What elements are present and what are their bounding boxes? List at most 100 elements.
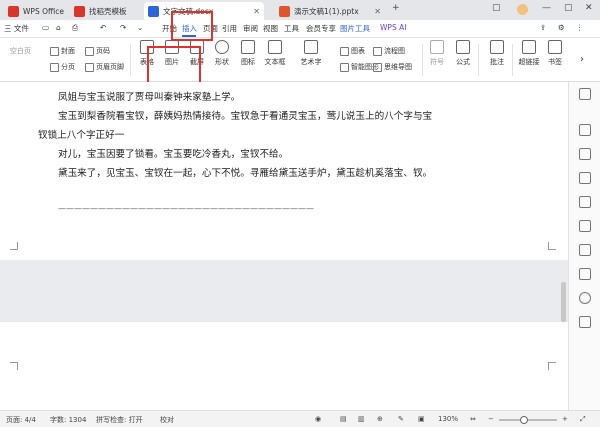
flowchart-button[interactable]: 流程图 xyxy=(373,46,405,56)
more-icon[interactable] xyxy=(579,316,591,328)
document-page-next[interactable] xyxy=(0,322,568,410)
edit-icon[interactable] xyxy=(579,172,591,184)
eye-icon[interactable]: ◉ xyxy=(315,415,321,423)
document-area: 凤姐与宝玉说服了贾母叫秦钟来家塾上学。 宝玉到梨香院看宝钗，薛姨妈热情接待。宝钗… xyxy=(0,82,568,410)
paragraph-3: 对儿，宝玉因要了锁看。宝玉要吃冷香丸，宝钗不给。 xyxy=(58,149,289,160)
fullscreen-icon[interactable]: ⤢ xyxy=(580,415,586,424)
wps-ai-button[interactable]: WPS AI xyxy=(380,23,406,32)
menu-bar: 三 文件 ▭ ⌂ ⎙ ↶ ↷ ⌄ 开始 插入 页面 引用 审阅 视图 工具 会员… xyxy=(0,20,600,38)
art-text-icon xyxy=(304,40,318,54)
mindmap-button[interactable]: 思维导图 xyxy=(373,62,412,72)
shape-button[interactable]: 形状 xyxy=(209,40,235,67)
page-corner-mark xyxy=(10,242,18,250)
image-icon[interactable] xyxy=(579,244,591,256)
save-icon[interactable]: ▭ xyxy=(42,23,49,32)
gear-icon[interactable]: ⚙ xyxy=(558,23,565,32)
more-options-icon[interactable]: ⋮ xyxy=(576,23,584,32)
header-footer-icon xyxy=(85,62,94,72)
more-icon[interactable]: ⌄ xyxy=(137,23,143,32)
file-menu[interactable]: 三 文件 xyxy=(4,23,29,34)
menu-picture-tools[interactable]: 图片工具 xyxy=(340,23,370,34)
page-number-button[interactable]: 页码 xyxy=(85,46,110,56)
star-icon[interactable] xyxy=(579,268,591,280)
blank-page-btn[interactable]: 空白页 xyxy=(10,46,31,56)
zoom-slider-handle[interactable] xyxy=(520,416,528,424)
highlight-image-button xyxy=(147,46,201,84)
zoom-in-icon[interactable]: + xyxy=(562,415,568,423)
help-icon[interactable] xyxy=(579,292,591,304)
hyperlink-button[interactable]: 超链接 xyxy=(516,40,542,67)
web-view-icon[interactable]: ⊕ xyxy=(377,415,383,423)
insert-ribbon: 空白页 封面 页码 分页 页眉页脚 表格 图片 截屏 形状 图标 文本框 艺术字… xyxy=(0,38,600,82)
shape-icon xyxy=(215,40,229,54)
edit-view-icon[interactable]: ✎ xyxy=(398,415,404,423)
shapes-icon[interactable] xyxy=(579,220,591,232)
share-icon[interactable]: ⇪ xyxy=(540,23,546,32)
mindmap-icon xyxy=(373,62,382,72)
focus-icon[interactable]: ▣ xyxy=(418,415,425,423)
minimize-icon[interactable]: — xyxy=(542,3,551,13)
highlight-insert-tab xyxy=(171,11,213,41)
comment-button[interactable]: 批注 xyxy=(484,40,510,67)
scrollbar[interactable] xyxy=(561,282,566,322)
page-corner-mark xyxy=(548,362,556,370)
document-page[interactable]: 凤姐与宝玉说服了贾母叫秦钟来家塾上学。 宝玉到梨香院看宝钗，薛姨妈热情接待。宝钗… xyxy=(0,82,568,260)
close-icon[interactable]: ✕ xyxy=(374,7,381,16)
bookmark-icon xyxy=(548,40,562,54)
bookmark-button[interactable]: 书签 xyxy=(542,40,568,67)
menu-member[interactable]: 会员专享 xyxy=(306,23,336,34)
proofread-button[interactable]: 校对 xyxy=(160,415,174,425)
print-icon[interactable]: ⎙ xyxy=(72,23,78,33)
icon-button[interactable]: 图标 xyxy=(235,40,261,67)
right-sidebar xyxy=(568,82,600,410)
divider xyxy=(422,44,423,76)
page-indicator[interactable]: 页面: 4/4 xyxy=(6,415,36,425)
menu-tools[interactable]: 工具 xyxy=(284,23,299,34)
zoom-level[interactable]: 130% xyxy=(438,415,458,423)
read-view-icon[interactable]: ▥ xyxy=(358,415,365,423)
close-window-icon[interactable]: ✕ xyxy=(585,3,593,13)
redo-icon[interactable]: ↷ xyxy=(120,23,126,32)
avatar[interactable] xyxy=(517,4,528,15)
writer-doc-icon xyxy=(148,5,159,17)
undo-icon[interactable]: ↶ xyxy=(100,23,106,32)
folder-icon[interactable]: ⌂ xyxy=(56,23,61,32)
symbol-button[interactable]: 符号 xyxy=(424,40,450,67)
menu-review[interactable]: 审阅 xyxy=(243,23,258,34)
section-break-button[interactable]: 分页 xyxy=(50,62,75,72)
presentation-icon xyxy=(279,5,290,17)
sidebar-collapse-icon[interactable] xyxy=(579,88,591,100)
status-bar: 页面: 4/4 字数: 1304 拼写检查: 打开 校对 ◉ ▤ ▥ ⊕ ✎ ▣… xyxy=(0,410,600,427)
zoom-slider[interactable] xyxy=(499,419,557,421)
select-icon[interactable] xyxy=(579,124,591,136)
divider xyxy=(130,44,131,76)
layout-icon[interactable] xyxy=(579,196,591,208)
menu-reference[interactable]: 引用 xyxy=(222,23,237,34)
tab-wps-office[interactable]: WPS Office xyxy=(4,2,66,20)
ribbon-scroll-right-icon[interactable]: › xyxy=(580,54,584,65)
close-icon[interactable]: ✕ xyxy=(253,7,260,16)
page-number-icon xyxy=(85,46,94,56)
adjust-icon[interactable] xyxy=(579,148,591,160)
layout-icon[interactable]: ▢ xyxy=(492,3,501,13)
title-bar: WPS Office 找稻壳模板 文字文稿.docx ✕ 演示文稿1(1).pp… xyxy=(0,0,600,20)
word-count[interactable]: 字数: 1304 xyxy=(50,415,86,425)
new-tab-icon[interactable]: + xyxy=(392,3,400,13)
chart-button[interactable]: 图表 xyxy=(340,46,365,56)
cover-icon xyxy=(50,46,59,56)
menu-view[interactable]: 视图 xyxy=(263,23,278,34)
zoom-out-icon[interactable]: − xyxy=(488,415,494,423)
textbox-button[interactable]: 文本框 xyxy=(262,40,288,67)
page-view-icon[interactable]: ▤ xyxy=(340,415,347,423)
tab-presentation[interactable]: 演示文稿1(1).pptx ✕ xyxy=(275,2,385,20)
link-icon xyxy=(522,40,536,54)
spellcheck-status[interactable]: 拼写检查: 打开 xyxy=(96,415,143,425)
page-corner-mark xyxy=(548,242,556,250)
formula-button[interactable]: 公式 xyxy=(450,40,476,67)
maximize-icon[interactable]: ▢ xyxy=(564,3,573,13)
fit-width-icon[interactable]: ⇔ xyxy=(470,415,476,423)
tab-template[interactable]: 找稻壳模板 xyxy=(70,2,140,20)
art-text-button[interactable]: 艺术字 xyxy=(298,40,324,67)
header-footer-button[interactable]: 页眉页脚 xyxy=(85,62,124,72)
cover-button[interactable]: 封面 xyxy=(50,46,75,56)
